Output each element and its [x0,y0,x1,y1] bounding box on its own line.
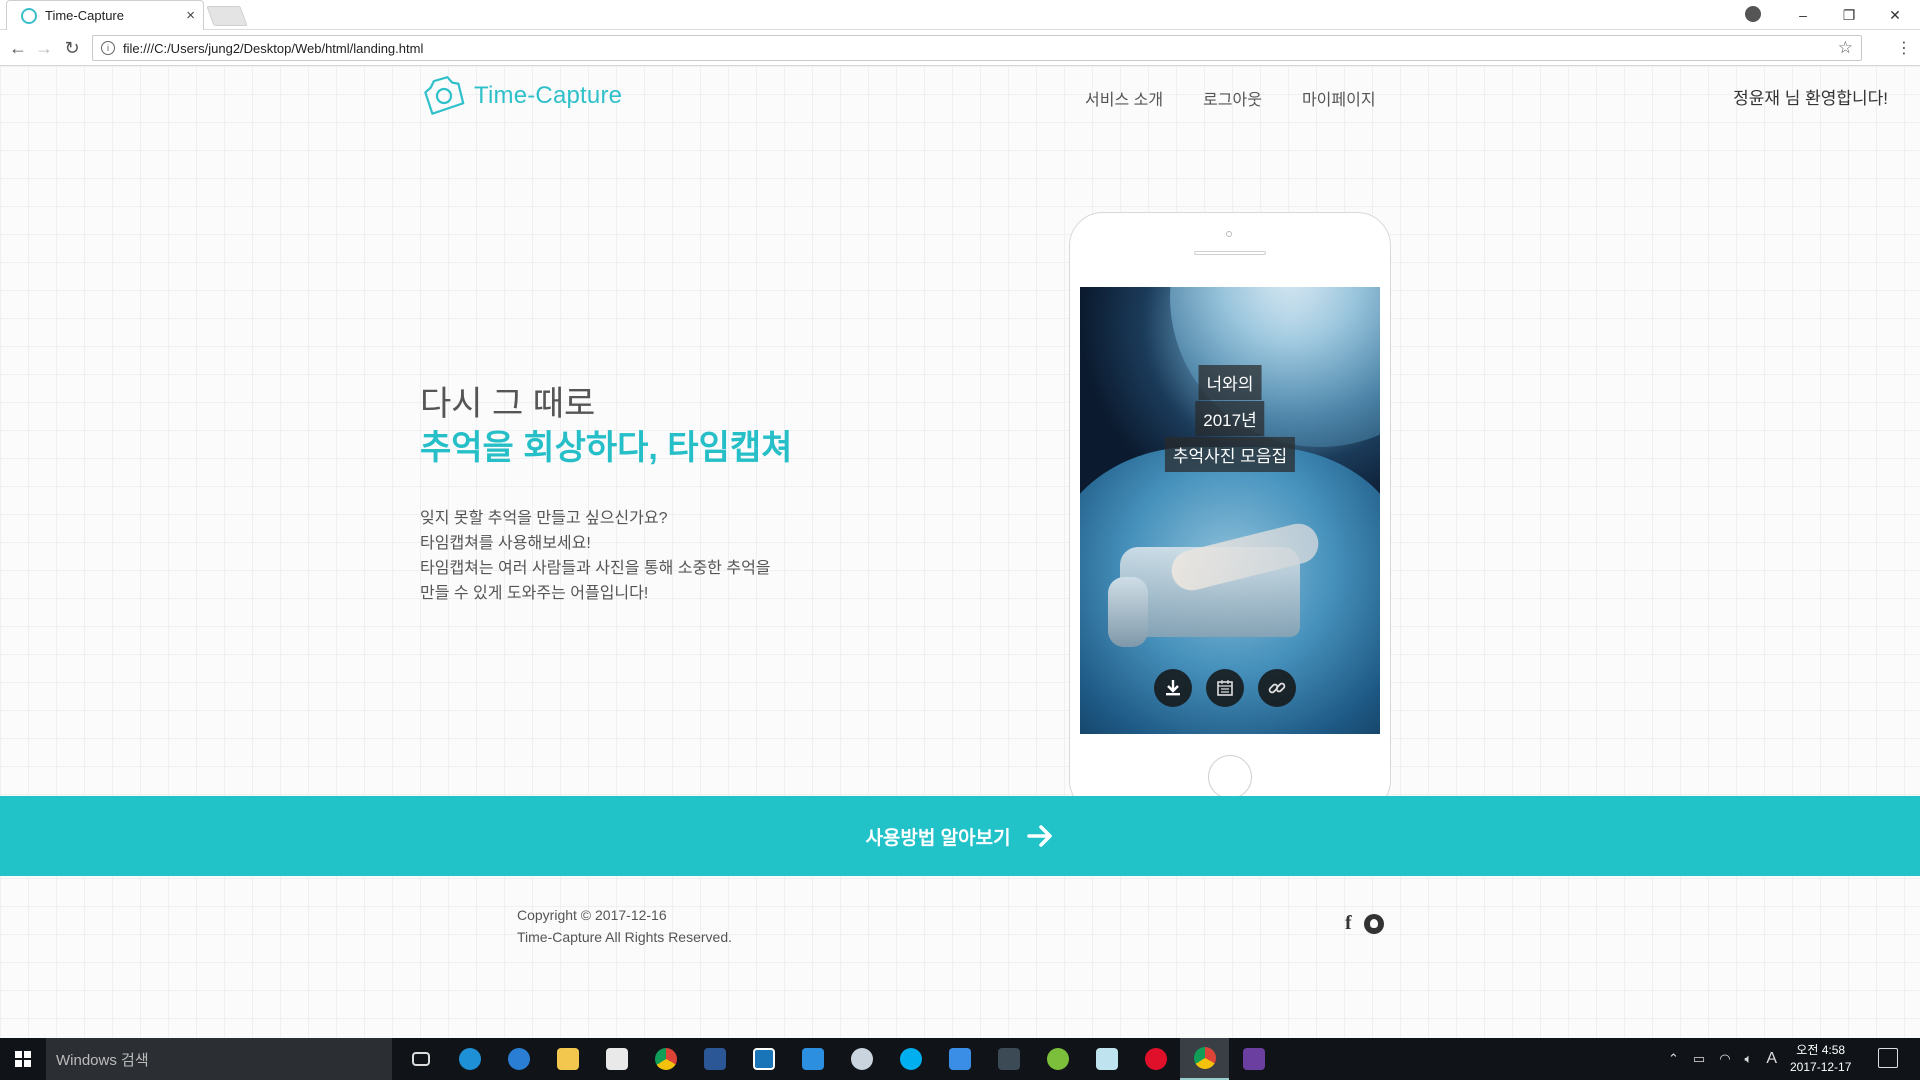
edge-icon[interactable] [494,1038,543,1080]
link-icon[interactable] [1258,669,1296,707]
browser-tab[interactable]: Time-Capture × [6,0,204,30]
clock-date: 2017-12-17 [1790,1060,1852,1074]
chrome-icon[interactable] [641,1038,690,1080]
hero-desc-line: 타임캡쳐를 사용해보세요! [420,535,591,552]
notes-icon[interactable] [1082,1038,1131,1080]
profile-icon[interactable] [1745,6,1761,22]
logo[interactable]: Time-Capture [420,76,622,116]
screen-label-2: 2017년 [1195,401,1265,436]
phone-mockup: 너와의 2017년 추억사진 모음집 [1069,212,1391,814]
android-studio-icon[interactable] [1033,1038,1082,1080]
download-icon[interactable] [1154,669,1192,707]
paint-icon[interactable] [837,1038,886,1080]
ime-indicator[interactable]: A [1766,1050,1777,1068]
hero-desc-line: 타임캡쳐는 여러 사람들과 사진을 통해 소중한 추억을 [420,560,771,577]
nav-service-intro[interactable]: 서비스 소개 [1085,86,1163,110]
landing-page: Time-Capture 서비스 소개 로그아웃 마이페이지 정윤재 님 환영합… [0,66,1920,1038]
skype-icon[interactable] [886,1038,935,1080]
couch-arm-graphic [1108,577,1148,647]
system-tray: ⌃ ▭ ◠ 🔈︎ A [1668,1038,1777,1080]
notification-center-icon[interactable] [1878,1048,1898,1068]
taskbar-apps [396,1038,1278,1080]
tab-close-icon[interactable]: × [186,7,195,24]
copyright-line: Copyright © 2017-12-16 [517,907,667,923]
browser-menu-icon[interactable]: ⋮ [1896,38,1912,58]
forward-button[interactable]: → [32,36,56,60]
hero-title-line1: 다시 그 때로 [420,385,596,423]
store-icon[interactable] [592,1038,641,1080]
screen-label-1: 너와의 [1198,365,1262,400]
facebook-icon[interactable]: f [1345,912,1352,935]
word-icon[interactable] [690,1038,739,1080]
arrow-right-icon [1026,825,1052,847]
favicon-icon [21,7,37,24]
hero-description: 잊지 못할 추억을 만들고 싶으신가요? 타임캡쳐를 사용해보세요! 타임캡쳐는… [420,506,771,606]
footer-copyright: Copyright © 2017-12-16 Time-Capture All … [517,904,732,948]
top-navigation: 서비스 소개 로그아웃 마이페이지 [1085,86,1376,110]
phone-speaker [1194,251,1266,255]
task-view-icon[interactable] [396,1038,445,1080]
internet-explorer-icon[interactable] [445,1038,494,1080]
visual-studio-icon[interactable] [1229,1038,1278,1080]
file-explorer-icon[interactable] [543,1038,592,1080]
phone-camera [1226,231,1232,237]
phone-home-button [1208,755,1252,799]
screen-actions [1154,669,1296,707]
cta-label: 사용방법 알아보기 [865,827,1011,849]
minimize-button[interactable]: – [1780,0,1826,30]
cloud-app-icon[interactable] [935,1038,984,1080]
back-button[interactable]: ← [6,36,30,60]
chevron-up-icon[interactable]: ⌃ [1668,1051,1679,1067]
info-icon[interactable]: i [101,41,115,55]
hero-title-line2: 추억을 회상하다, 타임캡쳐 [420,429,793,467]
chrome-active-icon[interactable] [1180,1038,1229,1080]
reload-button[interactable]: ↻ [60,36,84,60]
windows-logo-icon [15,1051,31,1067]
taskbar-search-input[interactable]: Windows 검색 [46,1038,392,1080]
github-icon[interactable] [1363,913,1384,934]
clock-time: 오전 4:58 [1796,1043,1846,1057]
tab-title: Time-Capture [45,8,124,23]
wifi-icon[interactable]: ◠ [1719,1051,1730,1067]
copyright-line: Time-Capture All Rights Reserved. [517,929,733,945]
screen-label-3: 추억사진 모음집 [1164,437,1296,472]
nav-mypage[interactable]: 마이페이지 [1302,86,1376,110]
nav-logout[interactable]: 로그아웃 [1203,86,1262,110]
browser-tabbar: Time-Capture × – ❐ ✕ [0,0,1920,30]
start-button[interactable] [0,1038,46,1080]
how-to-use-button[interactable]: 사용방법 알아보기 [0,796,1920,876]
volume-icon[interactable]: 🔈︎ [1745,1051,1753,1067]
close-window-button[interactable]: ✕ [1872,0,1918,30]
hero-desc-line: 만들 수 있게 도와주는 어플입니다! [420,585,649,602]
logo-text: Time-Capture [474,82,623,109]
phone-screen-image: 너와의 2017년 추억사진 모음집 [1080,287,1380,734]
brackets-icon[interactable] [739,1038,788,1080]
url-input[interactable]: i file:///C:/Users/jung2/Desktop/Web/htm… [92,35,1862,61]
new-tab-button[interactable] [206,6,248,26]
bookmark-star-icon[interactable]: ☆ [1838,38,1853,58]
url-text: file:///C:/Users/jung2/Desktop/Web/html/… [123,40,424,56]
social-links: f [1345,912,1384,935]
windows-taskbar: Windows 검색 ⌃ ▭ ◠ 🔈︎ A 오전 4:58 2017-12-17 [0,1038,1920,1080]
address-bar: ← → ↻ i file:///C:/Users/jung2/Desktop/W… [0,30,1920,66]
nox-icon[interactable] [984,1038,1033,1080]
restore-button[interactable]: ❐ [1826,0,1872,30]
taskbar-clock[interactable]: 오전 4:58 2017-12-17 [1790,1042,1851,1076]
camera-logo-icon [424,76,465,115]
hero-desc-line: 잊지 못할 추억을 만들고 싶으신가요? [420,510,668,527]
opera-icon[interactable] [1131,1038,1180,1080]
calendar-icon[interactable] [1206,669,1244,707]
battery-icon[interactable]: ▭ [1693,1051,1705,1067]
vscode-icon[interactable] [788,1038,837,1080]
welcome-message: 정윤재 님 환영합니다! [1733,89,1888,108]
